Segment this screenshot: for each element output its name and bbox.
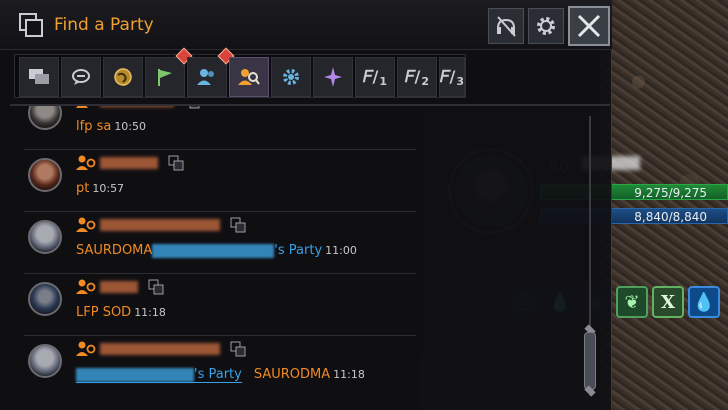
message-time: 11:00 xyxy=(325,244,357,257)
username-redacted[interactable] xyxy=(100,343,220,355)
party-role-icon xyxy=(76,155,96,170)
party-role-icon xyxy=(76,217,96,232)
message-list[interactable]: lfp sa 10:50 pt 10:57 SAURDOMA 's Party … xyxy=(0,106,600,410)
star-icon xyxy=(324,67,342,87)
avatar[interactable] xyxy=(28,344,62,378)
scrollbar-thumb[interactable] xyxy=(584,332,596,390)
username-redacted[interactable] xyxy=(100,281,138,293)
profile-icon[interactable] xyxy=(148,279,164,295)
find-party-window: Find a Party 𝐹/ 1 𝐹/ 2 𝐹/ 3 lfp sa 10:50… xyxy=(0,0,612,410)
profile-icon[interactable] xyxy=(230,341,246,357)
message-prefix: SAURDOMA xyxy=(76,243,153,258)
mute-icon xyxy=(497,16,516,37)
list-item[interactable]: lfp sa 10:50 xyxy=(24,106,416,150)
title-bar[interactable]: Find a Party xyxy=(0,0,612,50)
party-role-icon xyxy=(76,341,96,356)
chat-bubbles-icon xyxy=(29,69,49,84)
username-redacted[interactable] xyxy=(100,106,174,107)
tab-find-party[interactable] xyxy=(229,57,269,97)
gear-icon xyxy=(537,17,555,35)
tab-speech[interactable] xyxy=(61,57,101,97)
settings-button[interactable] xyxy=(528,8,564,44)
guild-flag-icon xyxy=(158,69,172,86)
custom-channel-icon: 𝐹/ xyxy=(439,67,456,86)
find-party-icon xyxy=(238,69,260,85)
message-text: lfp sa xyxy=(76,119,112,134)
list-item[interactable]: 's Party SAURODMA 11:18 xyxy=(24,336,416,398)
party-role-icon xyxy=(76,279,96,294)
profile-icon[interactable] xyxy=(168,155,184,171)
speech-icon xyxy=(72,69,90,85)
avatar[interactable] xyxy=(28,282,62,316)
list-item[interactable]: LFP SOD 11:18 xyxy=(24,274,416,336)
message-time: 11:18 xyxy=(134,306,166,319)
message-time: 10:57 xyxy=(92,182,125,195)
custom-channel-icon: 𝐹/ xyxy=(362,67,379,86)
message-text: LFP SOD xyxy=(76,305,132,320)
settings-icon xyxy=(283,69,299,85)
message-time: 11:18 xyxy=(333,368,365,381)
tab-custom-1[interactable]: 𝐹/1 xyxy=(355,57,395,97)
globe-icon xyxy=(114,68,132,86)
tab-friends[interactable] xyxy=(187,47,235,97)
window-title: Find a Party xyxy=(54,15,154,35)
party-link[interactable]: 's Party xyxy=(274,243,322,258)
custom-channel-icon: 𝐹/ xyxy=(404,67,421,86)
tab-guild[interactable] xyxy=(145,47,193,97)
mute-button[interactable] xyxy=(488,8,524,44)
tab-star[interactable] xyxy=(313,57,353,97)
avatar[interactable] xyxy=(28,106,62,130)
party-link-redacted[interactable] xyxy=(152,243,275,258)
friends-icon xyxy=(197,69,214,85)
party-link-redacted[interactable] xyxy=(76,367,194,382)
leaf-buff-icon: ❦ xyxy=(616,286,648,318)
tab-settings[interactable] xyxy=(271,57,311,97)
avatar[interactable] xyxy=(28,220,62,254)
tab-custom-3[interactable]: 𝐹/3 xyxy=(439,57,465,97)
tab-custom-2[interactable]: 𝐹/2 xyxy=(397,57,437,97)
avatar[interactable] xyxy=(28,158,62,192)
username-redacted[interactable] xyxy=(100,157,158,169)
profile-icon[interactable] xyxy=(184,106,200,109)
list-item[interactable]: SAURDOMA 's Party 11:00 xyxy=(24,212,416,274)
channel-tabs: 𝐹/1 𝐹/2 𝐹/3 xyxy=(14,47,466,98)
username-redacted[interactable] xyxy=(100,219,220,231)
list-item[interactable]: pt 10:57 xyxy=(24,150,416,212)
x-buff-icon: X xyxy=(652,286,684,318)
game-terrain xyxy=(600,0,728,410)
party-role-icon xyxy=(76,106,88,108)
message-suffix: SAURODMA xyxy=(253,367,331,382)
message-time: 10:50 xyxy=(114,120,147,133)
message-text: pt xyxy=(76,181,90,196)
profile-icon[interactable] xyxy=(230,217,246,233)
close-icon xyxy=(577,14,601,38)
close-button[interactable] xyxy=(568,6,610,46)
tab-world[interactable] xyxy=(103,57,143,97)
tab-chat[interactable] xyxy=(19,57,59,97)
party-link[interactable]: 's Party xyxy=(194,367,242,382)
window-icon xyxy=(19,13,43,37)
water-buff-icon: 💧 xyxy=(688,286,720,318)
